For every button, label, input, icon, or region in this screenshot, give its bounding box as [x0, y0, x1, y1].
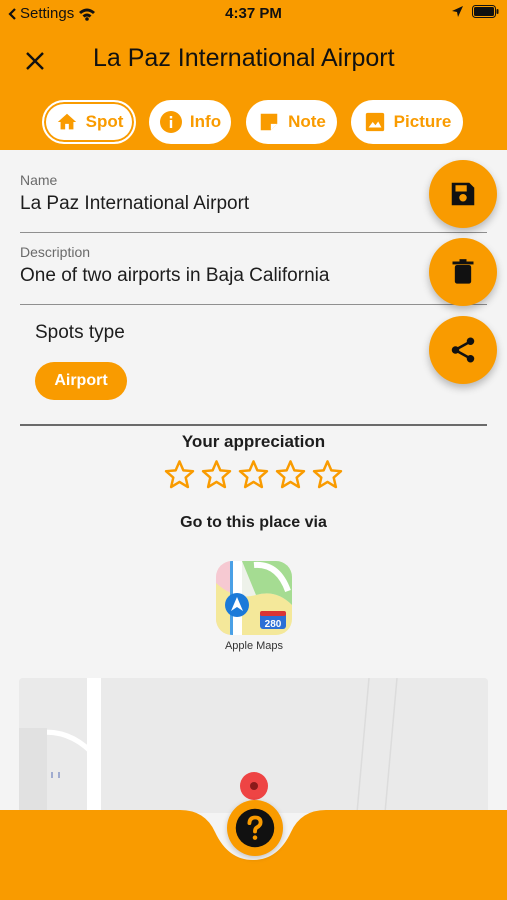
spot-form: Name La Paz International Airport Descri… [0, 150, 507, 813]
status-right [451, 5, 499, 18]
goto-label: Go to this place via [180, 514, 327, 531]
share-icon [451, 337, 475, 363]
image-icon [363, 110, 387, 134]
map-pin[interactable] [240, 772, 268, 800]
star-icon[interactable] [274, 458, 307, 491]
star-icon[interactable] [237, 458, 270, 491]
tab-info-label: Info [189, 112, 222, 131]
tab-picture-label: Picture [393, 112, 452, 131]
app-bar: La Paz International Airport Spot Info N… [0, 28, 507, 150]
status-time: 4:37 PM [225, 5, 282, 22]
help-button[interactable] [227, 800, 283, 856]
rating-stars [163, 458, 344, 494]
name-value[interactable]: La Paz International Airport [20, 193, 487, 215]
battery-icon [472, 5, 499, 18]
spots-type-label: Spots type [35, 322, 125, 343]
delete-icon [452, 259, 474, 284]
star-icon[interactable] [311, 458, 344, 491]
save-icon [451, 182, 475, 206]
description-value[interactable]: One of two airports in Baja California [20, 265, 487, 287]
page-title: La Paz International Airport [93, 44, 395, 72]
close-icon [26, 52, 44, 70]
tab-note[interactable]: Note [246, 100, 337, 144]
save-button[interactable] [429, 160, 497, 228]
tab-picture[interactable]: Picture [351, 100, 463, 144]
home-icon [55, 110, 79, 134]
location-arrow-icon [452, 6, 463, 17]
info-icon [159, 110, 183, 134]
note-icon [257, 110, 281, 134]
apple-maps-button[interactable]: 280 Apple Maps [216, 561, 292, 652]
description-field[interactable]: Description One of two airports in Baja … [20, 244, 487, 305]
delete-button[interactable] [429, 238, 497, 306]
description-label: Description [20, 244, 91, 260]
name-label: Name [20, 172, 58, 188]
share-button[interactable] [429, 316, 497, 384]
spots-type-chip[interactable]: Airport [35, 362, 127, 400]
name-field[interactable]: Name La Paz International Airport [20, 172, 487, 233]
divider [20, 424, 487, 426]
apple-maps-label: Apple Maps [224, 640, 284, 652]
apple-maps-icon: 280 [216, 561, 292, 635]
star-icon[interactable] [163, 458, 196, 491]
status-bar: Settings 4:37 PM [0, 0, 507, 28]
interstate-badge: 280 [265, 619, 282, 630]
help-icon [235, 808, 275, 848]
tab-spot[interactable]: Spot [42, 100, 136, 144]
appreciation-label: Your appreciation [181, 432, 326, 451]
map-view[interactable] [19, 678, 488, 813]
star-icon[interactable] [200, 458, 233, 491]
close-button[interactable] [22, 48, 48, 74]
tab-note-label: Note [288, 112, 326, 131]
tab-bar: Spot Info Note Picture [0, 100, 507, 144]
tab-info[interactable]: Info [149, 100, 231, 144]
tab-spot-label: Spot [85, 112, 124, 131]
